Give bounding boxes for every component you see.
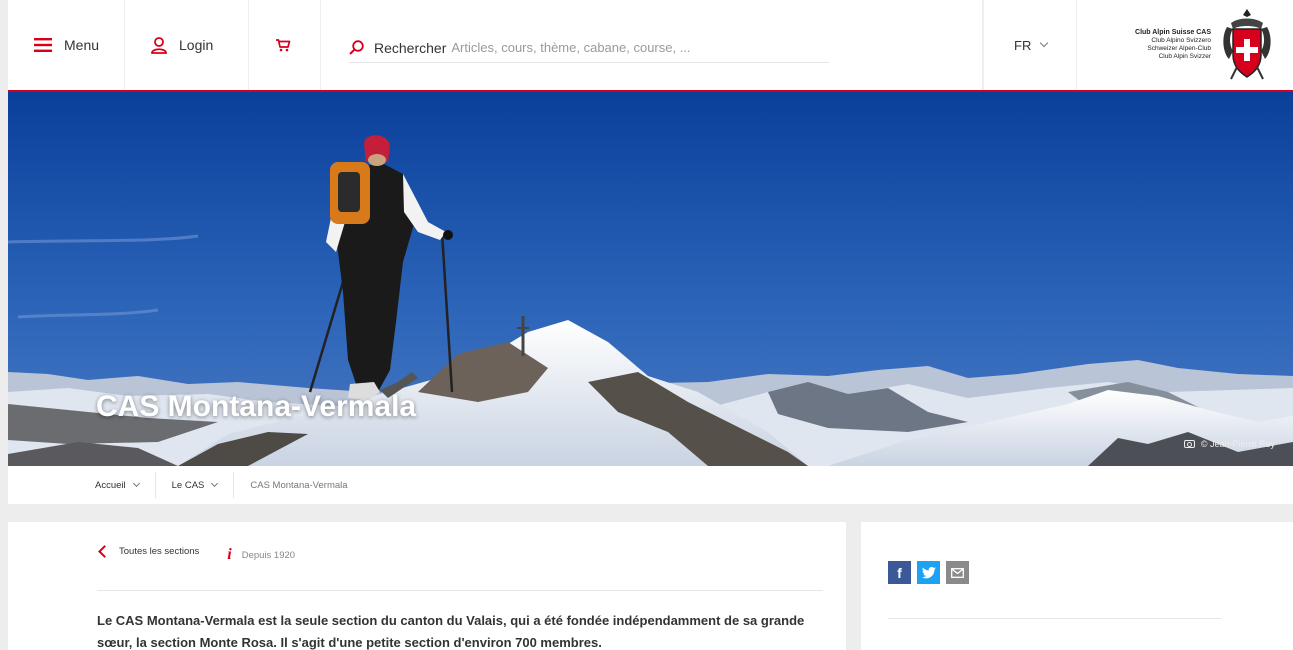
breadcrumb-label: CAS Montana-Vermala bbox=[250, 479, 348, 491]
camera-icon bbox=[1183, 440, 1195, 448]
main-content: Toutes les sections i Depuis 1920 Le CAS… bbox=[8, 522, 846, 650]
sidebar: f bbox=[861, 522, 1293, 650]
search-icon bbox=[349, 40, 364, 55]
cart-button[interactable] bbox=[249, 0, 321, 90]
sac-logo[interactable]: Club Alpin Suisse CAS Club Alpino Svizze… bbox=[1077, 0, 1293, 90]
twitter-icon bbox=[921, 566, 936, 578]
breadcrumb-item-le-cas[interactable]: Le CAS bbox=[172, 472, 235, 498]
facebook-icon: f bbox=[897, 564, 902, 581]
cart-icon bbox=[276, 39, 291, 52]
hero-banner: CAS Montana-Vermala © Jean-Pierre Rey bbox=[8, 92, 1293, 466]
login-button[interactable]: Login bbox=[125, 0, 249, 90]
chevron-down-icon[interactable] bbox=[211, 479, 219, 487]
section-meta-row: Toutes les sections i Depuis 1920 bbox=[97, 545, 823, 591]
back-arrow-icon bbox=[98, 545, 111, 558]
language-value: FR bbox=[1014, 37, 1032, 53]
founded-label: Depuis 1920 bbox=[241, 549, 296, 561]
breadcrumb-label: Le CAS bbox=[171, 479, 205, 491]
user-icon bbox=[151, 36, 167, 54]
back-label: Toutes les sections bbox=[119, 546, 200, 557]
menu-icon bbox=[34, 38, 52, 52]
email-share-button[interactable] bbox=[946, 561, 969, 584]
chevron-down-icon bbox=[1040, 38, 1049, 48]
language-selector[interactable]: FR bbox=[983, 0, 1077, 90]
info-icon: i bbox=[227, 546, 232, 563]
facebook-share-button[interactable]: f bbox=[888, 561, 911, 584]
photo-credit-text: © Jean-Pierre Rey bbox=[1200, 439, 1275, 449]
menu-button[interactable]: Menu bbox=[8, 0, 125, 90]
back-to-sections-link[interactable]: Toutes les sections bbox=[97, 545, 200, 558]
chevron-down-icon[interactable] bbox=[132, 479, 140, 487]
founded-info: i Depuis 1920 bbox=[227, 546, 295, 564]
search-input[interactable]: Rechercher Articles, cours, thème, caban… bbox=[349, 33, 829, 63]
sac-emblem-icon bbox=[1223, 9, 1271, 80]
email-icon bbox=[951, 567, 964, 578]
logo-line: Club Alpin Svizzer bbox=[1158, 53, 1211, 60]
logo-text: Club Alpin Suisse CAS Club Alpino Svizze… bbox=[1135, 29, 1211, 61]
breadcrumb-item-home[interactable]: Accueil bbox=[95, 472, 156, 498]
login-label: Login bbox=[179, 37, 214, 53]
logo-line: Club Alpin Suisse CAS bbox=[1135, 29, 1211, 36]
photo-credit: © Jean-Pierre Rey bbox=[1183, 439, 1275, 449]
breadcrumb-item-current: CAS Montana-Vermala bbox=[250, 472, 363, 498]
search-label: Rechercher bbox=[374, 39, 447, 56]
site-header: Menu Login Rechercher Articles, cours, t… bbox=[8, 0, 1293, 92]
logo-line: Club Alpino Svizzero bbox=[1151, 37, 1211, 44]
search-placeholder: Articles, cours, thème, cabane, course, … bbox=[451, 40, 691, 55]
twitter-share-button[interactable] bbox=[917, 561, 940, 584]
search-area: Rechercher Articles, cours, thème, caban… bbox=[321, 0, 983, 90]
divider bbox=[888, 618, 1221, 619]
logo-line: Schweizer Alpen-Club bbox=[1147, 45, 1211, 52]
share-buttons: f bbox=[888, 561, 975, 584]
menu-label: Menu bbox=[64, 37, 100, 53]
intro-paragraph: Le CAS Montana-Vermala est la seule sect… bbox=[97, 613, 805, 650]
breadcrumb: Accueil Le CAS CAS Montana-Vermala bbox=[8, 466, 1293, 504]
breadcrumb-label: Accueil bbox=[95, 479, 126, 491]
page-title: CAS Montana-Vermala bbox=[96, 390, 417, 423]
